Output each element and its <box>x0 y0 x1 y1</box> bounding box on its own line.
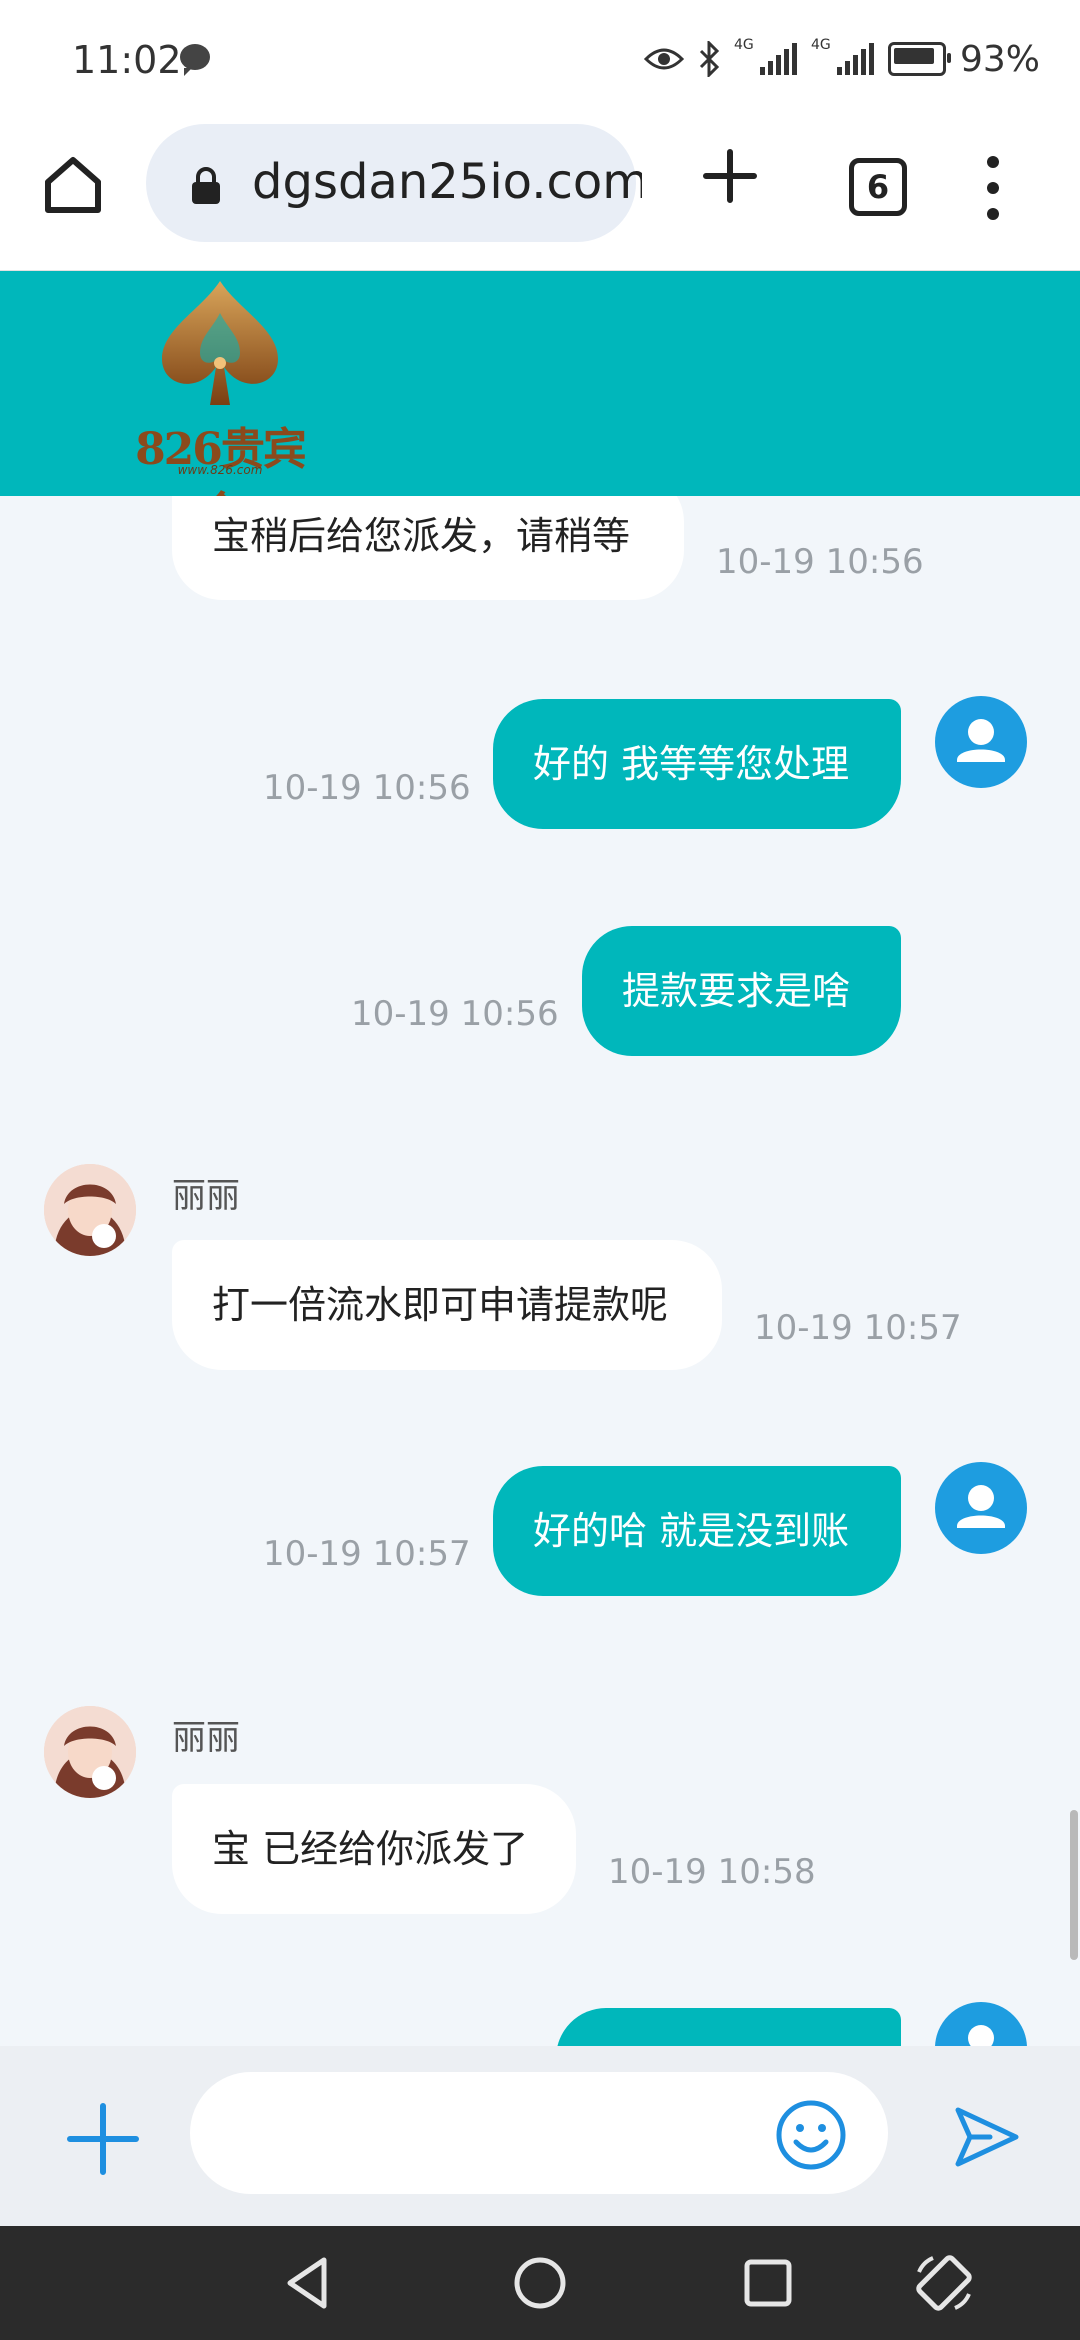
message-bubble: 提款要求是啥 <box>582 926 901 1056</box>
user-avatar <box>935 696 1027 788</box>
user-avatar <box>935 1462 1027 1554</box>
network-type-label: 4G <box>733 37 754 53</box>
message-text: 宝稍后给您派发，请稍等 <box>212 514 631 558</box>
message-text: 好的哈 就是没到账 <box>533 1509 850 1553</box>
url-text[interactable]: dgsdan25io.com <box>252 154 642 210</box>
message-timestamp: 10-19 10:56 <box>263 768 471 808</box>
agent-photo-icon <box>44 1706 136 1798</box>
agent-avatar <box>44 1706 136 1798</box>
agent-photo-icon <box>44 1164 136 1256</box>
lock-icon <box>192 167 220 204</box>
message-bubble: 宝 已经给你派发了 <box>172 1784 576 1914</box>
message-text: 打一倍流水即可申请提款呢 <box>212 1283 669 1327</box>
send-icon[interactable] <box>950 2100 1024 2174</box>
agent-avatar <box>44 1164 136 1256</box>
message-icon <box>180 44 210 76</box>
message-timestamp: 10-19 10:56 <box>351 994 559 1034</box>
tab-switcher-button[interactable]: 6 <box>849 158 907 216</box>
bluetooth-icon <box>699 41 720 77</box>
message-bubble: 好的哈 就是没到账 <box>493 1466 901 1596</box>
message-bubble: 宝稍后给您派发，请稍等 <box>172 496 684 600</box>
back-icon[interactable] <box>276 2250 342 2316</box>
emoji-icon[interactable] <box>774 2098 848 2172</box>
recents-icon[interactable] <box>735 2250 801 2316</box>
add-attachment-icon[interactable] <box>66 2102 140 2176</box>
status-bar: 11:02 4G 4G 93% <box>0 0 1080 120</box>
user-avatar <box>935 2002 1027 2046</box>
logo-url: www.826.com <box>177 463 263 477</box>
message-text: 好的 我等等您处理 <box>533 742 850 786</box>
address-bar[interactable]: dgsdan25io.com <box>146 124 642 242</box>
status-icons: 4G 4G 93% <box>643 34 1040 84</box>
more-menu-icon[interactable] <box>987 156 1001 226</box>
site-header: 826贵宾会 www.826.com <box>0 271 1080 539</box>
sender-name: 丽丽 <box>172 1718 240 1758</box>
rotate-screen-icon[interactable] <box>911 2250 977 2316</box>
site-logo[interactable]: 826贵宾会 www.826.com <box>120 273 320 539</box>
message-timestamp: 10-19 10:57 <box>263 1534 471 1574</box>
spade-logo-icon <box>162 281 278 405</box>
message-bubble: 好的 我等等您处理 <box>493 699 901 829</box>
battery-percent: 93% <box>959 38 1040 80</box>
message-text: 提款要求是啥 <box>622 969 851 1013</box>
user-icon <box>957 719 1005 762</box>
message-timestamp: 10-19 10:56 <box>716 542 924 582</box>
status-time: 11:02 <box>72 38 182 82</box>
message-bubble: 打一倍流水即可申请提款呢 <box>172 1240 722 1370</box>
message-text: 宝 已经给你派发了 <box>212 1827 529 1871</box>
new-tab-icon[interactable] <box>700 146 760 206</box>
eye-icon <box>643 48 684 70</box>
chat-scrollbar[interactable] <box>1070 1810 1078 1960</box>
network-type-label: 4G <box>810 37 831 53</box>
system-navigation-bar <box>0 2226 1080 2340</box>
chat-messages[interactable]: 宝稍后给您派发，请稍等 10-19 10:56 好的 我等等您处理 10-19 … <box>0 496 1080 2046</box>
message-timestamp: 10-19 10:58 <box>608 1852 816 1892</box>
message-input-bar <box>0 2046 1080 2226</box>
user-icon <box>957 1485 1005 1528</box>
message-bubble-partial <box>556 2008 901 2046</box>
home-icon[interactable] <box>40 152 106 218</box>
home-nav-icon[interactable] <box>507 2250 573 2316</box>
user-icon <box>968 2025 994 2046</box>
sender-name: 丽丽 <box>172 1176 240 1216</box>
signal-4g-icon: 4G <box>811 37 874 75</box>
battery-icon <box>887 42 951 76</box>
signal-4g-icon: 4G <box>734 37 797 75</box>
message-timestamp: 10-19 10:57 <box>754 1308 962 1348</box>
browser-toolbar: dgsdan25io.com 6 <box>0 120 1080 272</box>
